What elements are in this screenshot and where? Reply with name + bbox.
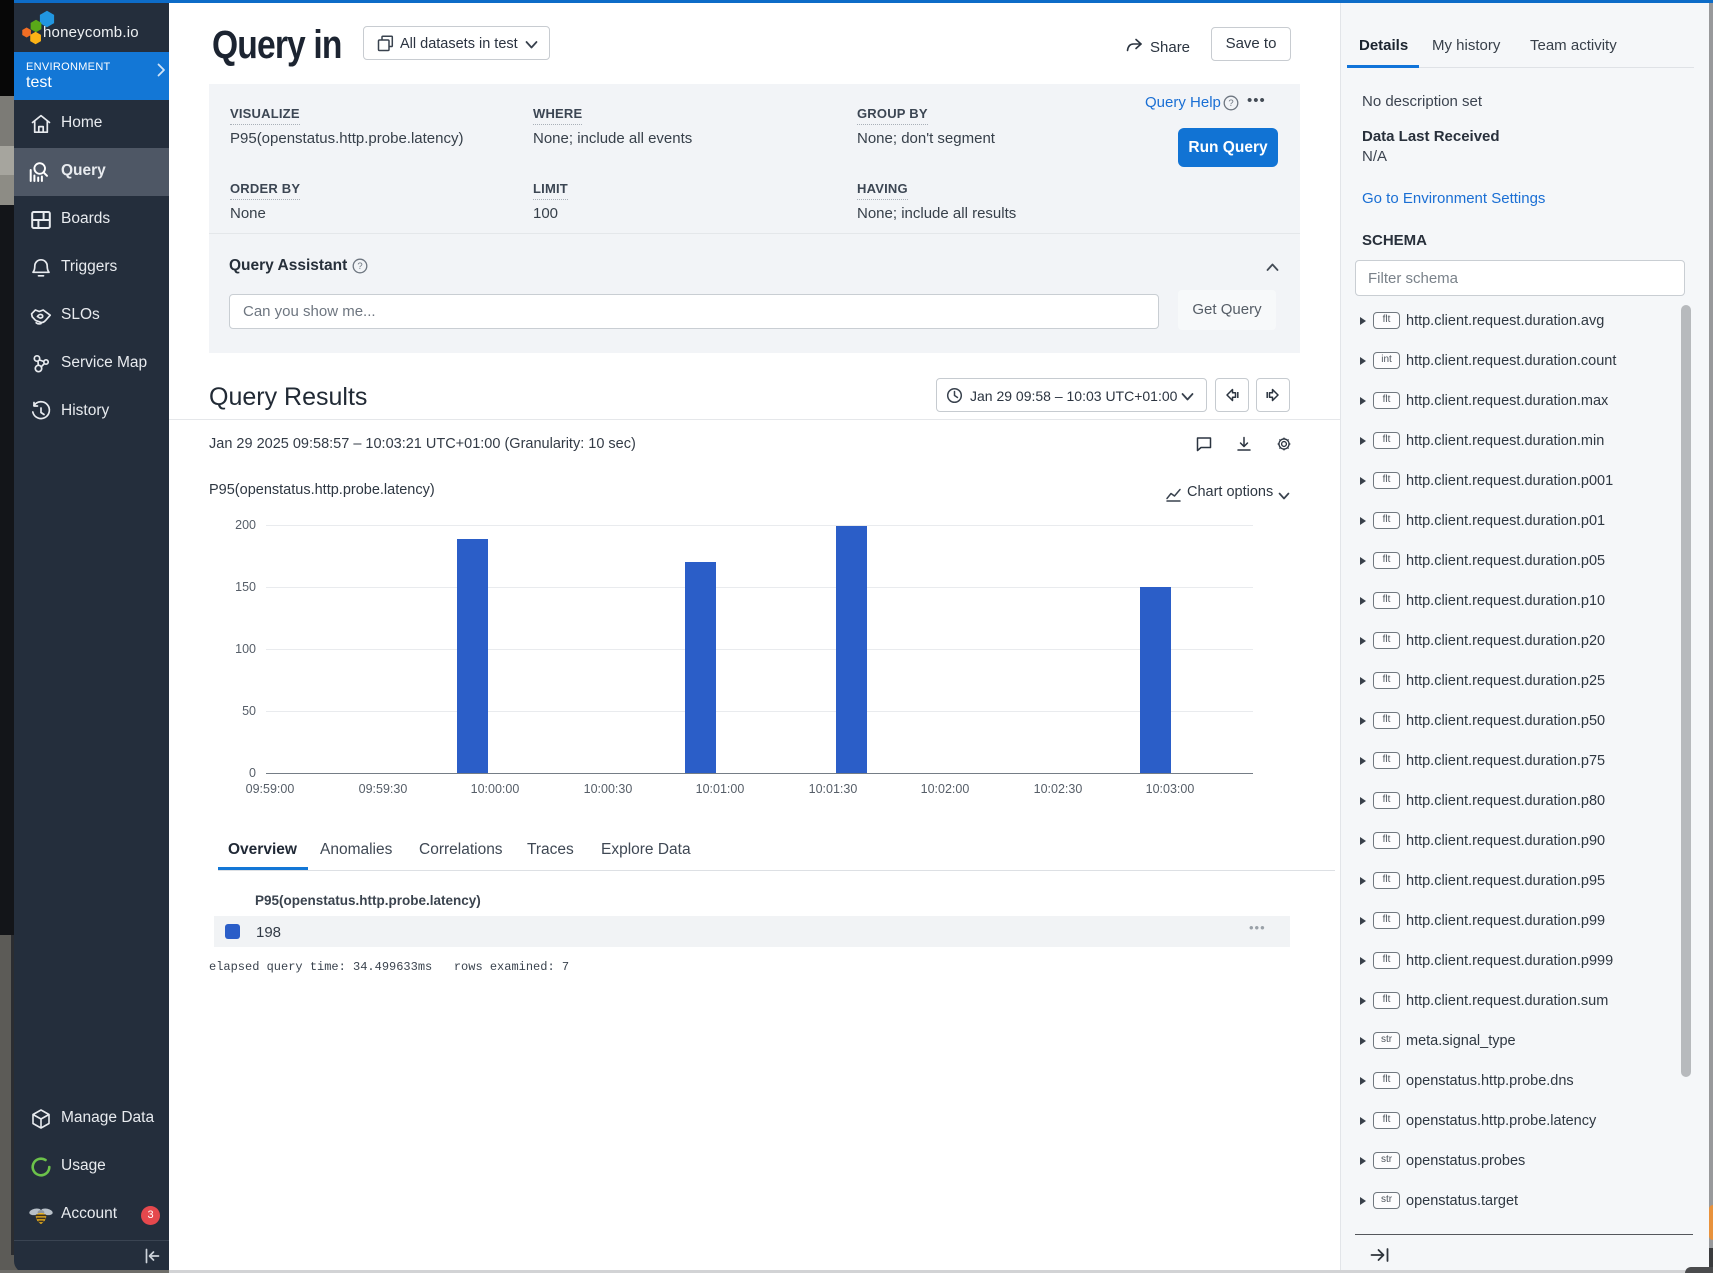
- svg-text:?: ?: [357, 261, 362, 272]
- svg-text:?: ?: [1228, 98, 1233, 109]
